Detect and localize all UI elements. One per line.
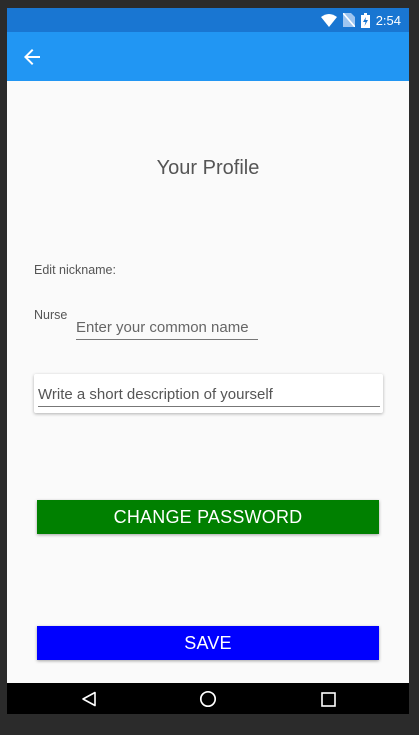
navigation-bar <box>7 683 409 714</box>
no-sim-icon <box>342 13 355 27</box>
back-button[interactable] <box>19 44 45 70</box>
nav-back-button[interactable] <box>76 686 102 712</box>
page-title: Your Profile <box>156 157 260 179</box>
description-card <box>34 374 383 413</box>
profile-content: Your Profile Edit nickname: Nurse CHANGE… <box>7 81 409 683</box>
edit-nickname-label: Edit nickname: <box>34 263 116 277</box>
status-time: 2:54 <box>375 12 401 28</box>
nav-recents-button[interactable] <box>315 686 341 712</box>
battery-charging-icon <box>360 12 370 28</box>
phone-screen: 2:54 Your Profile Edit nickname: Nurse C… <box>7 8 409 714</box>
back-triangle-icon <box>82 691 96 707</box>
home-circle-icon <box>199 690 217 708</box>
save-button[interactable]: SAVE <box>37 626 379 660</box>
arrow-back-icon <box>24 49 40 65</box>
app-bar <box>7 32 409 81</box>
role-label: Nurse <box>34 308 68 322</box>
nav-home-button[interactable] <box>195 686 221 712</box>
nickname-input[interactable] <box>76 315 258 340</box>
wifi-icon <box>320 13 337 27</box>
change-password-button[interactable]: CHANGE PASSWORD <box>37 500 379 534</box>
description-input[interactable] <box>38 382 380 407</box>
recents-square-icon <box>320 691 336 707</box>
status-icons: 2:54 <box>320 11 401 29</box>
status-bar: 2:54 <box>7 8 409 32</box>
